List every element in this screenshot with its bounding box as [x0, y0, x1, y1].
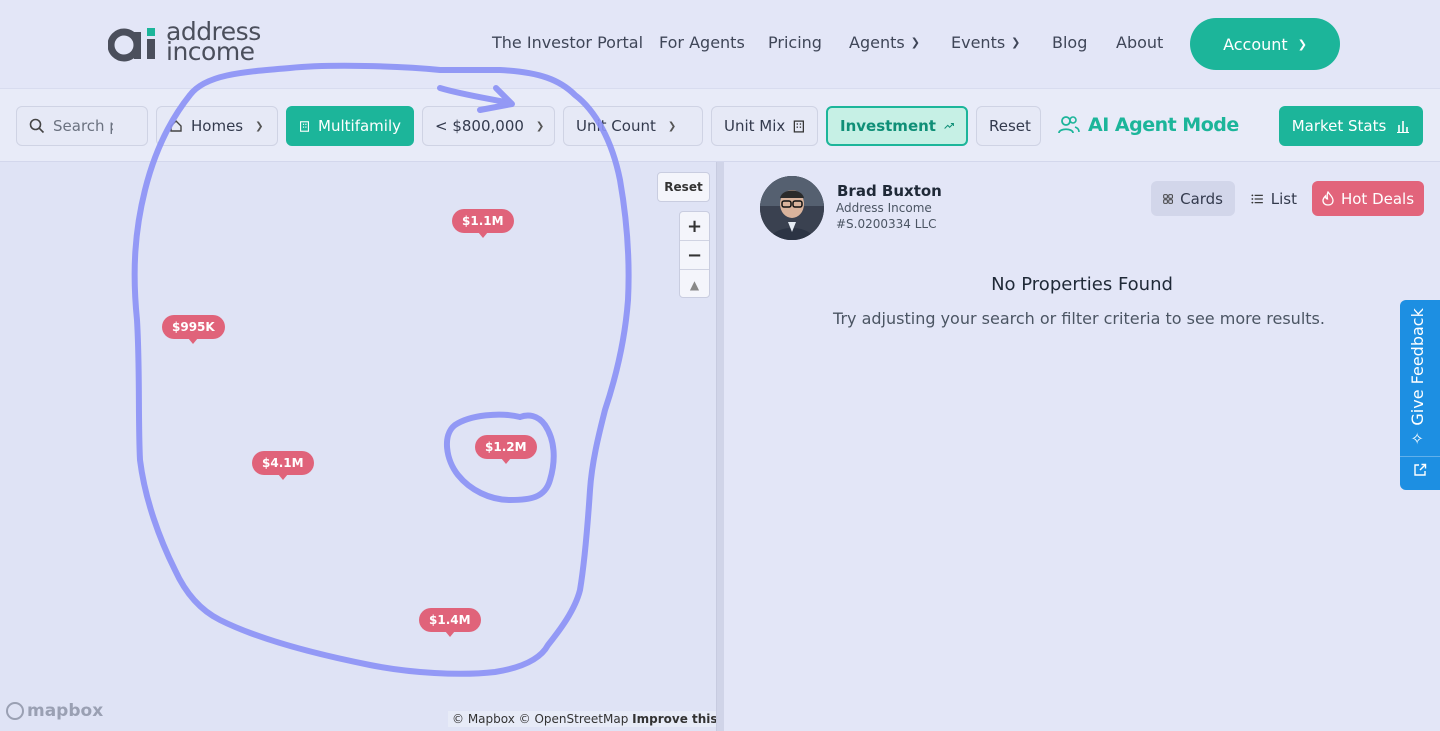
unit-mix-button[interactable]: Unit Mix	[711, 106, 818, 146]
map-resize-handle[interactable]	[716, 162, 724, 731]
nav-agents-label: Agents	[849, 33, 905, 52]
multifamily-button[interactable]: Multifamily	[286, 106, 414, 146]
give-feedback-tab[interactable]: ✧ Give Feedback	[1400, 300, 1440, 490]
investment-label: Investment	[840, 117, 936, 135]
reset-label: Reset	[989, 117, 1031, 135]
nav-about[interactable]: About	[1116, 33, 1163, 52]
home-icon	[170, 120, 182, 132]
hot-deals-label: Hot Deals	[1340, 189, 1415, 208]
address-income-logo[interactable]: address income	[108, 19, 278, 66]
agent-company: Address Income	[836, 201, 932, 215]
agent-license: #S.0200334 LLC	[836, 217, 937, 231]
zoom-out-button[interactable]: −	[680, 241, 709, 270]
improve-map-link[interactable]: Improve this map	[632, 712, 716, 726]
unit-count-dropdown[interactable]: Unit Count ❯	[563, 106, 703, 146]
map-price-pin[interactable]: $1.1M	[452, 209, 514, 238]
empty-state-subtitle: Try adjusting your search or filter crit…	[833, 309, 1325, 328]
mapbox-logo[interactable]: mapbox	[6, 701, 103, 721]
list-icon	[1251, 193, 1263, 204]
account-label: Account	[1223, 34, 1288, 54]
sparkle-icon: ✧	[1408, 431, 1427, 445]
map-price-pin[interactable]: $1.4M	[419, 608, 481, 637]
cards-view-button[interactable]: Cards	[1151, 181, 1235, 216]
grid-icon	[1163, 193, 1173, 204]
homes-label: Homes	[191, 117, 244, 135]
nav-pricing[interactable]: Pricing	[768, 33, 822, 52]
building-icon	[794, 119, 805, 133]
empty-state-title: No Properties Found	[991, 274, 1173, 295]
search-icon	[29, 118, 45, 134]
external-link-icon[interactable]	[1413, 463, 1427, 477]
attribution-mapbox-link[interactable]: © Mapbox	[452, 712, 515, 726]
hot-deals-button[interactable]: Hot Deals	[1312, 181, 1424, 216]
zoom-in-button[interactable]: +	[680, 212, 709, 241]
map-price-pin[interactable]: $1.2M	[475, 435, 537, 464]
investment-button[interactable]: Investment	[826, 106, 968, 146]
search-input[interactable]	[53, 117, 113, 135]
search-box[interactable]	[16, 106, 148, 146]
price-label: < $800,000	[435, 117, 524, 135]
logo-wordmark: address income	[166, 19, 261, 66]
agent-name: Brad Buxton	[837, 182, 942, 200]
ai-agent-mode-label: AI Agent Mode	[1088, 114, 1239, 136]
nav-investor-portal[interactable]: The Investor Portal	[492, 33, 643, 52]
map-reset-button[interactable]: Reset	[657, 172, 710, 202]
chevron-down-icon: ❯	[1011, 36, 1021, 49]
nav-events-label: Events	[951, 33, 1006, 52]
map-attribution: © Mapbox © OpenStreetMap Improve this ma…	[448, 711, 716, 727]
users-icon	[1058, 116, 1080, 134]
chevron-down-icon: ❯	[255, 120, 264, 132]
account-button[interactable]: Account ❯	[1190, 18, 1340, 70]
chevron-down-icon: ❯	[910, 36, 920, 49]
logo-mark-icon	[108, 28, 155, 62]
nav-agents[interactable]: Agents ❯	[849, 33, 920, 52]
give-feedback-label: ✧ Give Feedback	[1408, 308, 1427, 445]
agent-avatar	[760, 176, 824, 240]
ai-agent-mode-toggle[interactable]: AI Agent Mode	[1058, 111, 1239, 139]
map-price-pin[interactable]: $995K	[162, 315, 225, 344]
nav-for-agents[interactable]: For Agents	[659, 33, 745, 52]
homes-dropdown[interactable]: Homes ❯	[156, 106, 278, 146]
market-stats-label: Market Stats	[1291, 117, 1387, 135]
agent-photo	[760, 176, 824, 240]
chevron-down-icon: ❯	[667, 120, 677, 132]
market-stats-button[interactable]: Market Stats	[1279, 106, 1423, 146]
nav-blog[interactable]: Blog	[1052, 33, 1087, 52]
unit-mix-label: Unit Mix	[724, 117, 786, 135]
price-dropdown[interactable]: < $800,000 ❯	[422, 106, 555, 146]
property-map[interactable]: $1.1M $995K $1.2M $4.1M $1.4M Reset + − …	[0, 162, 716, 731]
map-zoom-control: + − ▲	[679, 211, 710, 298]
map-price-pin[interactable]: $4.1M	[252, 451, 314, 480]
top-navigation: address income The Investor Portal For A…	[0, 0, 1440, 88]
give-feedback-text: Give Feedback	[1408, 308, 1427, 426]
filter-bar: Homes ❯ Multifamily < $800,000 ❯ Unit Co…	[0, 88, 1440, 162]
multifamily-label: Multifamily	[318, 117, 401, 135]
mapbox-icon	[6, 702, 24, 720]
flame-icon	[1322, 191, 1334, 206]
trending-up-icon	[944, 122, 954, 129]
compass-button[interactable]: ▲	[680, 270, 709, 299]
feedback-divider	[1400, 456, 1440, 457]
nav-events[interactable]: Events ❯	[951, 33, 1020, 52]
bar-chart-icon	[1397, 121, 1410, 133]
building-icon	[300, 120, 310, 132]
mapbox-wordmark: mapbox	[27, 701, 104, 721]
chevron-down-icon: ❯	[535, 120, 545, 132]
attribution-osm-link[interactable]: © OpenStreetMap	[519, 712, 629, 726]
cards-label: Cards	[1180, 189, 1223, 208]
unit-count-label: Unit Count	[576, 117, 656, 135]
results-panel: Brad Buxton Address Income #S.0200334 LL…	[724, 162, 1440, 731]
chevron-down-icon: ❯	[1297, 37, 1307, 51]
list-label: List	[1270, 189, 1297, 208]
reset-filters-button[interactable]: Reset	[976, 106, 1041, 146]
list-view-button[interactable]: List	[1239, 181, 1309, 216]
logo-word-income: income	[166, 37, 255, 66]
